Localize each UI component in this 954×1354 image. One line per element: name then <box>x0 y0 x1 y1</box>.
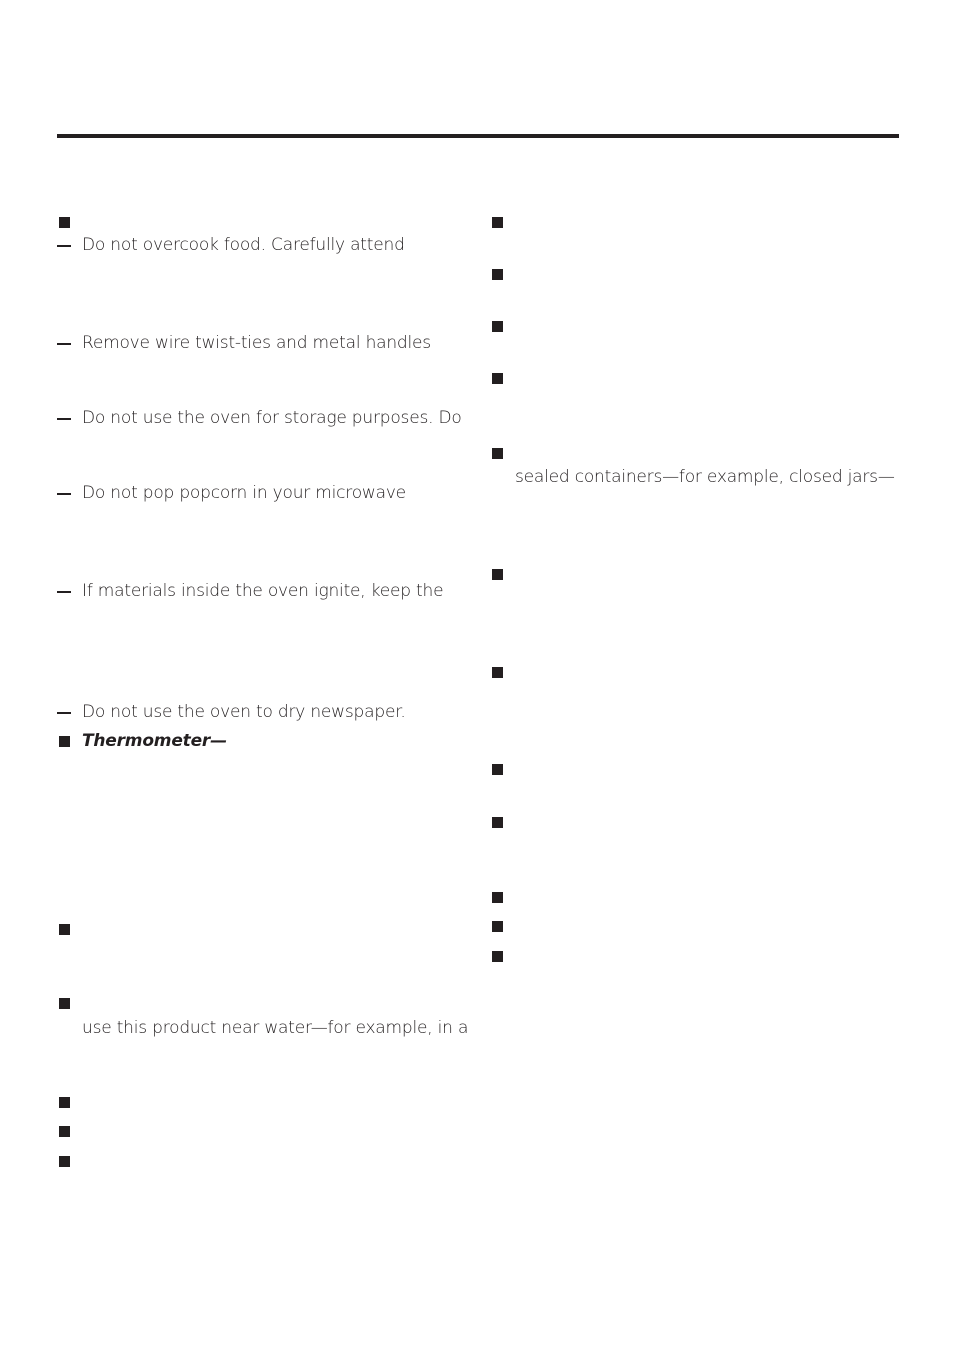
dash-icon <box>57 343 71 345</box>
dash-icon <box>57 418 71 420</box>
bullet-icon <box>492 921 503 932</box>
bullet-icon <box>492 373 503 384</box>
bullet-icon <box>492 569 503 580</box>
dash-item-text: Do not overcook food. Carefully attend <box>82 235 405 255</box>
dash-icon <box>57 493 71 495</box>
bullet-icon <box>59 1156 70 1167</box>
dash-item-text: If materials inside the oven ignite, kee… <box>82 581 444 601</box>
dash-item-text: Do not pop popcorn in your microwave <box>82 483 406 503</box>
bullet-icon <box>492 951 503 962</box>
bullet-icon <box>492 269 503 280</box>
bullet-icon <box>492 217 503 228</box>
bullet-icon <box>59 998 70 1009</box>
dash-icon <box>57 591 71 593</box>
bullet-icon <box>59 736 70 747</box>
dash-item-text: Do not use the oven to dry newspaper. <box>82 702 406 722</box>
dash-item-text: Remove wire twist-ties and metal handles <box>82 333 431 353</box>
sealed-containers-text: sealed containers—for example, closed ja… <box>515 467 895 487</box>
water-warning-text: use this product near water—for example,… <box>82 1018 469 1038</box>
bullet-icon <box>59 217 70 228</box>
bullet-icon <box>492 448 503 459</box>
bullet-icon <box>59 1097 70 1108</box>
bullet-icon <box>492 892 503 903</box>
bullet-icon <box>492 817 503 828</box>
bullet-icon <box>59 924 70 935</box>
bullet-icon <box>492 667 503 678</box>
dash-icon <box>57 712 71 714</box>
thermometer-heading: Thermometer— <box>82 731 227 751</box>
bullet-icon <box>492 764 503 775</box>
bullet-icon <box>59 1126 70 1137</box>
dash-item-text: Do not use the oven for storage purposes… <box>82 408 462 428</box>
dash-icon <box>57 245 71 247</box>
bullet-icon <box>492 321 503 332</box>
header-rule <box>57 134 899 138</box>
